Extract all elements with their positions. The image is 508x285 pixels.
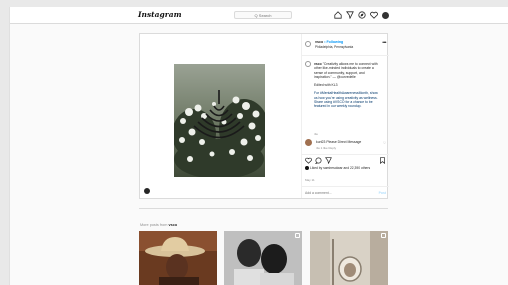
post-location[interactable]: Philadelphia, Pennsylvania (315, 45, 353, 49)
mirror-photo-image (310, 231, 388, 285)
author-username[interactable]: vsco (315, 40, 323, 44)
post-media[interactable] (140, 34, 300, 198)
more-post-thumbnail-3[interactable] (310, 231, 388, 285)
comment-like-icon[interactable]: ♡ (383, 141, 386, 145)
tagged-user-icon[interactable] (144, 188, 150, 194)
multiple-photos-icon (295, 233, 300, 238)
liker-avatar (305, 166, 309, 171)
more-posts-username[interactable]: vsco (169, 223, 178, 227)
screen-frame: Instagram Q Search vsco • Following Phil… (0, 0, 508, 285)
instagram-logo[interactable]: Instagram (138, 10, 182, 19)
cowboy-hat-photo-image (139, 231, 217, 285)
author-line: vsco • Following (315, 40, 343, 44)
flower-photo-image (174, 64, 265, 177)
post-card: vsco • Following Philadelphia, Pennsylva… (139, 33, 389, 199)
post-caption: vsco "Creativity allows me to connect wi… (314, 62, 382, 113)
post-date: May 11 (305, 178, 315, 182)
multiple-photos-icon (381, 233, 386, 238)
search-input[interactable] (234, 11, 292, 19)
section-divider (139, 208, 388, 209)
save-bookmark-icon[interactable] (379, 157, 386, 164)
more-posts-label: More posts from vsco (140, 223, 177, 227)
add-comment-bar: Post (302, 186, 389, 199)
browser-window: Instagram Q Search vsco • Following Phil… (9, 7, 508, 285)
post-header: vsco • Following Philadelphia, Pennsylva… (302, 34, 389, 56)
top-navbar: Instagram (10, 7, 508, 24)
commenter-avatar[interactable] (305, 139, 312, 146)
likes-summary[interactable]: Liked by samiresolwar and 22,390 others (305, 166, 370, 171)
post-comment-button[interactable]: Post (379, 191, 386, 195)
comment-meta[interactable]: 4w 1 like Reply (316, 146, 336, 150)
comment-item: kurt23 Please Direct Message 4w 1 like R… (305, 139, 387, 153)
more-post-thumbnail-1[interactable] (139, 231, 217, 285)
home-icon[interactable] (334, 11, 342, 19)
direct-icon[interactable] (346, 11, 354, 19)
comment-bubble-icon[interactable] (315, 157, 322, 164)
add-comment-input[interactable] (305, 191, 365, 195)
caption-line-3: For #MentalHealthAwarenessMonth, show us… (314, 91, 378, 109)
following-label[interactable]: • Following (324, 40, 343, 44)
nav-icons (334, 11, 389, 19)
caption-time: 4w (314, 132, 318, 136)
likes-text: Liked by samiresolwar and 22,390 others (310, 166, 371, 170)
post-sidebar: vsco • Following Philadelphia, Pennsylva… (301, 34, 389, 198)
explore-icon[interactable] (358, 11, 366, 19)
more-posts-prefix: More posts from (140, 223, 168, 227)
caption-avatar[interactable] (305, 61, 311, 67)
post-actions: Liked by samiresolwar and 22,390 others … (302, 154, 389, 198)
more-options-icon[interactable]: ••• (382, 40, 386, 46)
activity-heart-icon[interactable] (370, 11, 378, 19)
portrait-photo-image (224, 231, 302, 285)
profile-avatar[interactable] (382, 12, 389, 19)
like-heart-icon[interactable] (305, 157, 312, 164)
more-post-thumbnail-2[interactable] (224, 231, 302, 285)
author-avatar[interactable] (305, 41, 311, 47)
comment-text: kurt23 Please Direct Message (316, 140, 362, 144)
share-icon[interactable] (325, 157, 332, 164)
post-photo[interactable] (174, 64, 265, 177)
caption-line-1: "Creativity allows me to connect with ot… (314, 62, 378, 79)
caption-line-2: Edited with KL3 (314, 83, 338, 88)
